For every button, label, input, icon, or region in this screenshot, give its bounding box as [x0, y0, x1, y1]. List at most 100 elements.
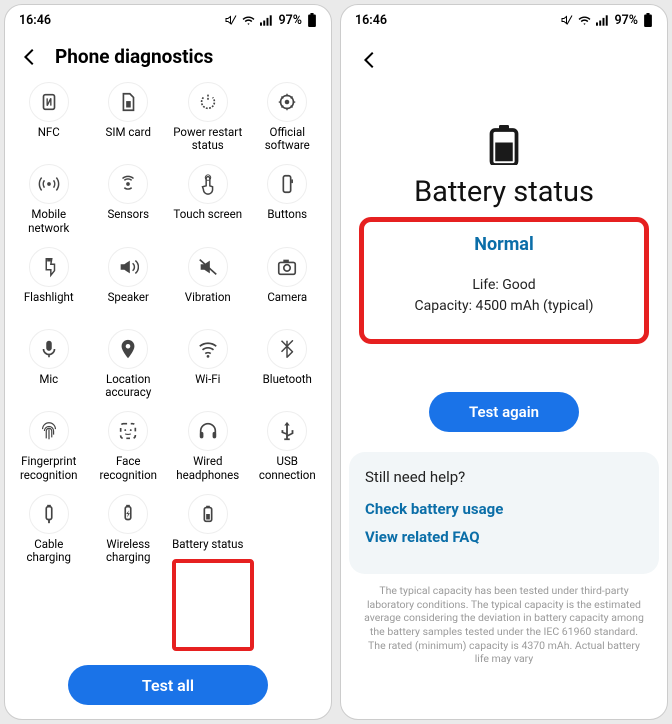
- check-battery-usage-link[interactable]: Check battery usage: [365, 500, 643, 518]
- tile-bluetooth[interactable]: Bluetooth: [248, 325, 328, 405]
- status-life: Life: Good: [372, 275, 636, 296]
- bluetooth-icon: [267, 329, 307, 369]
- mute-icon: [225, 14, 237, 26]
- tile-battery[interactable]: Battery status: [168, 490, 248, 570]
- phone-screen-diagnostics: 16:46 97% Phone diagnostics NFC SIM card P…: [4, 4, 332, 720]
- tile-wifi[interactable]: Wi-Fi: [168, 325, 248, 405]
- tile-camera[interactable]: Camera: [248, 243, 328, 323]
- tile-flash[interactable]: Flashlight: [9, 243, 89, 323]
- tile-label: Touch screen: [173, 208, 242, 234]
- tile-label: Official software: [250, 126, 326, 152]
- status-capacity: Capacity: 4500 mAh (typical): [372, 296, 636, 317]
- battery-pct: 97%: [278, 13, 302, 28]
- sensors-icon: [108, 164, 148, 204]
- battery-status-title: Battery status: [341, 175, 667, 209]
- wifi-icon: [578, 15, 591, 26]
- tile-wireless[interactable]: Wireless charging: [89, 490, 169, 570]
- tile-software[interactable]: Official software: [248, 78, 328, 158]
- test-all-button[interactable]: Test all: [68, 665, 268, 705]
- tile-label: Mobile network: [11, 208, 87, 234]
- camera-icon: [267, 247, 307, 287]
- tile-location[interactable]: Location accuracy: [89, 325, 169, 405]
- flash-icon: [29, 247, 69, 287]
- help-title: Still need help?: [365, 468, 643, 486]
- tile-label: Face recognition: [91, 455, 167, 481]
- tile-touch[interactable]: Touch screen: [168, 160, 248, 240]
- tile-label: Speaker: [108, 291, 149, 317]
- fingerprint-icon: [29, 411, 69, 451]
- battery-icon: [643, 13, 653, 27]
- tile-usb[interactable]: USB connection: [248, 407, 328, 487]
- mobilenet-icon: [29, 164, 69, 204]
- tile-cable[interactable]: Cable charging: [9, 490, 89, 570]
- status-main: Normal: [372, 234, 636, 255]
- tile-headphones[interactable]: Wired headphones: [168, 407, 248, 487]
- status-time: 16:46: [355, 13, 387, 28]
- nfc-icon: [29, 82, 69, 122]
- tile-mic[interactable]: Mic: [9, 325, 89, 405]
- wifi-icon: [188, 329, 228, 369]
- fineprint: The typical capacity has been tested und…: [341, 574, 667, 666]
- status-time: 16:46: [19, 13, 51, 28]
- tile-label: Location accuracy: [91, 373, 167, 399]
- tile-speaker[interactable]: Speaker: [89, 243, 169, 323]
- cable-icon: [29, 494, 69, 534]
- battery-icon: [307, 13, 317, 27]
- signal-icon: [596, 15, 609, 26]
- page-title: Phone diagnostics: [55, 45, 213, 68]
- view-faq-link[interactable]: View related FAQ: [365, 528, 643, 546]
- tile-mobilenet[interactable]: Mobile network: [9, 160, 89, 240]
- touch-icon: [188, 164, 228, 204]
- tile-nfc[interactable]: NFC: [9, 78, 89, 158]
- tile-vibration[interactable]: Vibration: [168, 243, 248, 323]
- tile-label: Power restart status: [170, 126, 246, 152]
- battery-large-icon: [341, 125, 667, 165]
- battery-icon: [188, 494, 228, 534]
- status-right: 97%: [561, 13, 653, 28]
- tile-buttons[interactable]: Buttons: [248, 160, 328, 240]
- signal-icon: [260, 15, 273, 26]
- phone-screen-battery-status: 16:46 97% Battery status Normal Life: Go…: [340, 4, 668, 720]
- status-bar: 16:46 97%: [341, 5, 667, 35]
- tile-face[interactable]: Face recognition: [89, 407, 169, 487]
- tile-label: Wired headphones: [170, 455, 246, 481]
- battery-pct: 97%: [614, 13, 638, 28]
- wireless-icon: [108, 494, 148, 534]
- software-icon: [267, 82, 307, 122]
- test-again-button[interactable]: Test again: [429, 392, 579, 432]
- help-panel: Still need help? Check battery usage Vie…: [349, 452, 659, 574]
- powerrestart-icon: [188, 82, 228, 122]
- tile-label: Wireless charging: [91, 538, 167, 564]
- tile-label: USB connection: [250, 455, 326, 481]
- tile-label: Fingerprint recognition: [11, 455, 87, 481]
- tile-label: Buttons: [267, 208, 307, 234]
- tile-sensors[interactable]: Sensors: [89, 160, 169, 240]
- tile-label: Mic: [39, 373, 58, 399]
- tile-label: Camera: [267, 291, 307, 317]
- face-icon: [108, 411, 148, 451]
- status-bar: 16:46 97%: [5, 5, 331, 35]
- tile-label: NFC: [38, 126, 60, 152]
- tile-powerrestart[interactable]: Power restart status: [168, 78, 248, 158]
- back-icon[interactable]: [359, 49, 381, 71]
- mute-icon: [561, 14, 573, 26]
- tile-label: Battery status: [172, 538, 243, 564]
- location-icon: [108, 329, 148, 369]
- tile-sim[interactable]: SIM card: [89, 78, 169, 158]
- tile-label: Wi-Fi: [195, 373, 220, 399]
- tile-fingerprint[interactable]: Fingerprint recognition: [9, 407, 89, 487]
- highlight-battery-status: [172, 559, 254, 651]
- back-icon[interactable]: [19, 46, 41, 68]
- tile-label: Sensors: [107, 208, 149, 234]
- header: Phone diagnostics: [5, 35, 331, 74]
- sim-icon: [108, 82, 148, 122]
- status-right: 97%: [225, 13, 317, 28]
- mic-icon: [29, 329, 69, 369]
- diagnostics-grid: NFC SIM card Power restart statusOfficial …: [5, 74, 331, 570]
- headphones-icon: [188, 411, 228, 451]
- header: [341, 35, 667, 85]
- tile-label: Vibration: [185, 291, 231, 317]
- highlight-status-box: Normal Life: Good Capacity: 4500 mAh (ty…: [359, 217, 649, 344]
- wifi-icon: [242, 15, 255, 26]
- tile-label: SIM card: [106, 126, 151, 152]
